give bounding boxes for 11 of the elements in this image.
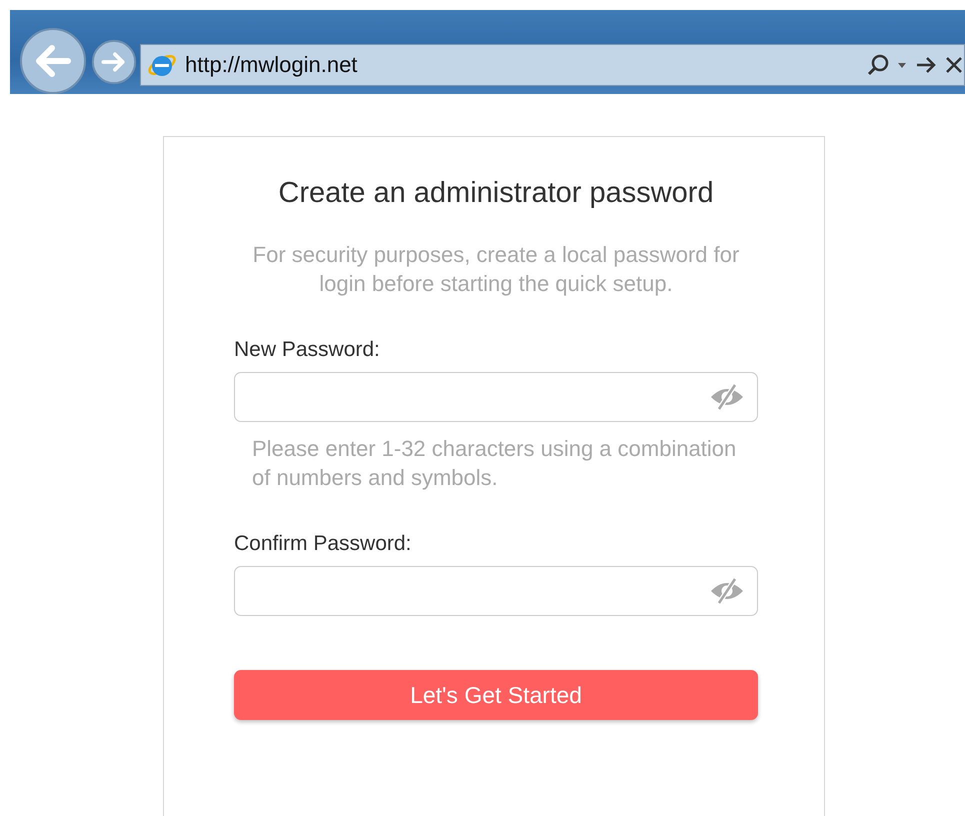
field-label: New Password: bbox=[234, 338, 381, 362]
card-title: Create an administrator password bbox=[277, 177, 715, 210]
search-icon[interactable] bbox=[866, 53, 890, 77]
description-text: For security purposes, create a local password for login before starting the quick setup. bbox=[252, 241, 740, 298]
password-field[interactable] bbox=[234, 566, 758, 616]
address-bar[interactable]: http://mwlogin.net bbox=[140, 44, 965, 86]
close-icon[interactable] bbox=[944, 55, 964, 75]
url-text: http://mwlogin.net bbox=[185, 52, 358, 78]
hint-text: Please enter 1-32 characters using a combination of numbers and symbols. bbox=[252, 435, 738, 492]
password-field[interactable] bbox=[234, 372, 758, 422]
field-label: Confirm Password: bbox=[234, 532, 412, 556]
